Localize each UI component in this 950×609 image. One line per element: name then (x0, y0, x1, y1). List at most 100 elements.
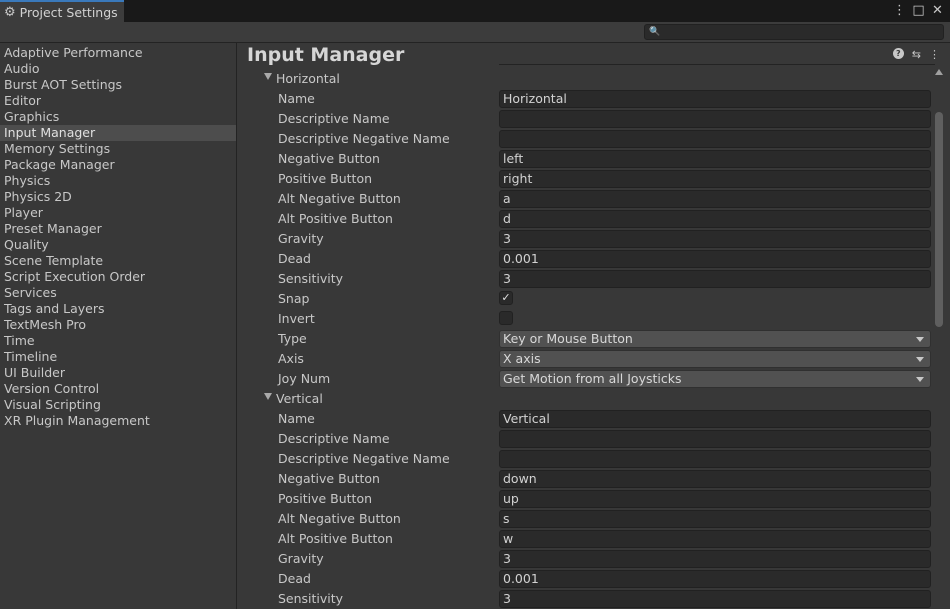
descriptive-name-field[interactable] (499, 430, 931, 448)
axis-header-label: Vertical (276, 391, 323, 406)
positive-button-field[interactable]: up (499, 490, 931, 508)
property-label: Sensitivity (278, 271, 344, 286)
sidebar-item-player[interactable]: Player (0, 205, 236, 221)
sidebar-item-xr-plugin-management[interactable]: XR Plugin Management (0, 413, 236, 429)
foldout-arrow-icon[interactable] (264, 393, 272, 400)
invert-checkbox[interactable] (499, 311, 513, 325)
sidebar-item-scene-template[interactable]: Scene Template (0, 253, 236, 269)
sidebar-item-graphics[interactable]: Graphics (0, 109, 236, 125)
property-row-sensitivity: Sensitivity 3 (237, 589, 932, 609)
property-row-descriptive-negative-name: Descriptive Negative Name (237, 129, 932, 149)
axis-foldout-vertical[interactable]: Vertical (237, 389, 932, 409)
kebab-menu-icon[interactable]: ⋮ (929, 48, 940, 61)
kebab-menu-icon[interactable]: ⋮ (893, 2, 906, 20)
property-label: Alt Positive Button (278, 531, 393, 546)
foldout-arrow-icon[interactable] (264, 73, 272, 80)
negative-button-field[interactable]: left (499, 150, 931, 168)
property-row-positive-button: Positive Button up (237, 489, 932, 509)
sidebar-item-version-control[interactable]: Version Control (0, 381, 236, 397)
descriptive-name-field[interactable] (499, 110, 931, 128)
scroll-up-arrow-icon[interactable] (935, 69, 943, 75)
property-label: Descriptive Name (278, 111, 390, 126)
alt-positive-button-field[interactable]: w (499, 530, 931, 548)
dropdown-value: Key or Mouse Button (503, 331, 633, 346)
name-field[interactable]: Vertical (499, 410, 931, 428)
gravity-field[interactable]: 3 (499, 550, 931, 568)
property-label: Alt Positive Button (278, 211, 393, 226)
sensitivity-field[interactable]: 3 (499, 270, 931, 288)
sidebar-item-script-execution-order[interactable]: Script Execution Order (0, 269, 236, 285)
descriptive-negative-name-field[interactable] (499, 450, 931, 468)
property-label: Name (278, 411, 315, 426)
snap-checkbox[interactable]: ✓ (499, 291, 513, 305)
positive-button-field[interactable]: right (499, 170, 931, 188)
sidebar-item-ui-builder[interactable]: UI Builder (0, 365, 236, 381)
sidebar-item-quality[interactable]: Quality (0, 237, 236, 253)
sidebar-item-time[interactable]: Time (0, 333, 236, 349)
joy-num-dropdown[interactable]: Get Motion from all Joysticks (499, 370, 931, 388)
sidebar-item-preset-manager[interactable]: Preset Manager (0, 221, 236, 237)
property-label: Type (278, 331, 307, 346)
descriptive-negative-name-field[interactable] (499, 130, 931, 148)
property-label: Positive Button (278, 491, 373, 506)
property-row-alt-negative-button: Alt Negative Button s (237, 509, 932, 529)
negative-button-field[interactable]: down (499, 470, 931, 488)
sidebar-item-package-manager[interactable]: Package Manager (0, 157, 236, 173)
maximize-icon[interactable]: □ (912, 2, 925, 20)
sidebar-item-textmesh-pro[interactable]: TextMesh Pro (0, 317, 236, 333)
axis-foldout-horizontal[interactable]: Horizontal (237, 69, 932, 89)
sidebar-item-services[interactable]: Services (0, 285, 236, 301)
property-row-sensitivity: Sensitivity 3 (237, 269, 932, 289)
chevron-down-icon (916, 357, 924, 362)
property-label: Dead (278, 251, 311, 266)
property-row-snap: Snap ✓ (237, 289, 932, 309)
sensitivity-field[interactable]: 3 (499, 590, 931, 608)
property-row-negative-button: Negative Button down (237, 469, 932, 489)
sidebar-item-timeline[interactable]: Timeline (0, 349, 236, 365)
sidebar-item-adaptive-performance[interactable]: Adaptive Performance (0, 45, 236, 61)
property-label: Descriptive Negative Name (278, 451, 450, 466)
dropdown-value: Get Motion from all Joysticks (503, 371, 682, 386)
property-row-descriptive-name: Descriptive Name (237, 429, 932, 449)
type-dropdown[interactable]: Key or Mouse Button (499, 330, 931, 348)
property-row-axis: Axis X axis (237, 349, 932, 369)
property-row-gravity: Gravity 3 (237, 229, 932, 249)
vertical-scrollbar[interactable] (932, 66, 945, 609)
preset-sliders-icon[interactable]: ⇆ (912, 48, 921, 61)
sidebar-item-audio[interactable]: Audio (0, 61, 236, 77)
property-row-alt-negative-button: Alt Negative Button a (237, 189, 932, 209)
alt-negative-button-field[interactable]: s (499, 510, 931, 528)
gravity-field[interactable]: 3 (499, 230, 931, 248)
name-field[interactable]: Horizontal (499, 90, 931, 108)
close-icon[interactable]: ✕ (931, 2, 944, 20)
property-label: Alt Negative Button (278, 511, 401, 526)
sidebar-item-editor[interactable]: Editor (0, 93, 236, 109)
property-label: Axis (278, 351, 304, 366)
alt-negative-button-field[interactable]: a (499, 190, 931, 208)
sidebar-item-tags-and-layers[interactable]: Tags and Layers (0, 301, 236, 317)
property-label: Name (278, 91, 315, 106)
page-title: Input Manager (247, 44, 405, 66)
sidebar-item-physics[interactable]: Physics (0, 173, 236, 189)
alt-positive-button-field[interactable]: d (499, 210, 931, 228)
property-label: Joy Num (278, 371, 331, 386)
toolbar: 🔍 (0, 22, 950, 43)
settings-sidebar: Adaptive Performance Audio Burst AOT Setti… (0, 43, 237, 609)
dead-field[interactable]: 0.001 (499, 570, 931, 588)
axis-dropdown[interactable]: X axis (499, 350, 931, 368)
sidebar-item-input-manager[interactable]: Input Manager (0, 125, 236, 141)
divider (499, 64, 935, 65)
axes-form: Horizontal Name Horizontal Descriptive Name… (237, 69, 932, 609)
tab-project-settings[interactable]: ⚙ Project Settings (0, 0, 124, 22)
sidebar-item-burst-aot-settings[interactable]: Burst AOT Settings (0, 77, 236, 93)
property-row-alt-positive-button: Alt Positive Button w (237, 529, 932, 549)
search-input[interactable]: 🔍 (644, 24, 944, 40)
sidebar-item-visual-scripting[interactable]: Visual Scripting (0, 397, 236, 413)
property-row-descriptive-name: Descriptive Name (237, 109, 932, 129)
scroll-thumb[interactable] (935, 112, 943, 327)
help-icon[interactable]: ? (892, 48, 904, 59)
sidebar-item-physics-2d[interactable]: Physics 2D (0, 189, 236, 205)
property-label: Descriptive Name (278, 431, 390, 446)
sidebar-item-memory-settings[interactable]: Memory Settings (0, 141, 236, 157)
dead-field[interactable]: 0.001 (499, 250, 931, 268)
